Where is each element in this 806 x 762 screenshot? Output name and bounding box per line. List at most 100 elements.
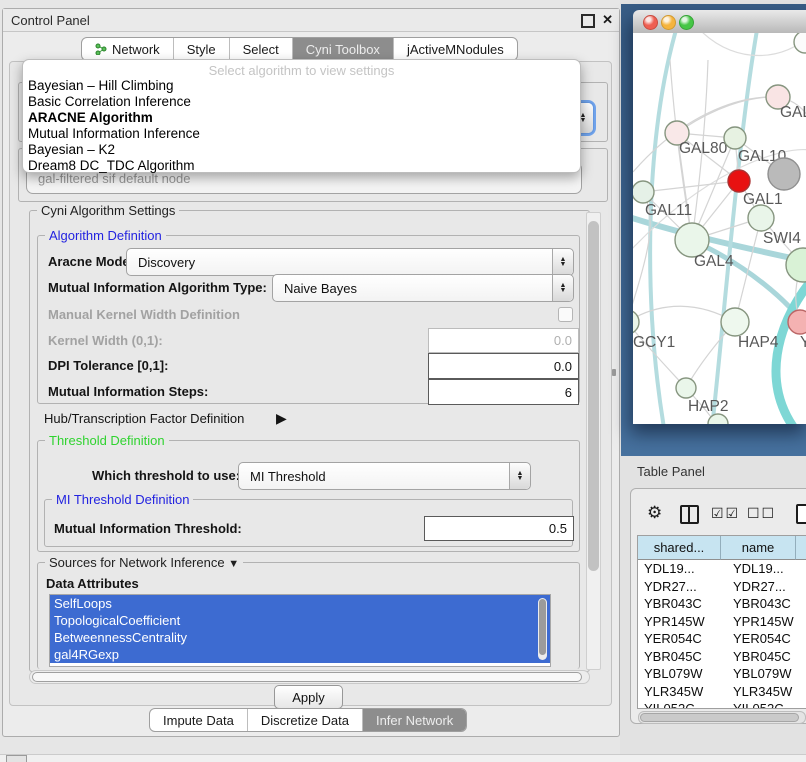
network-edge[interactable] <box>735 218 761 322</box>
attribute-item-topologicalcoefficient[interactable]: TopologicalCoefficient <box>50 612 550 629</box>
table-hscroll-thumb[interactable] <box>640 713 799 722</box>
network-window-titlebar[interactable] <box>633 10 806 34</box>
network-edge[interactable] <box>712 33 757 424</box>
table-row[interactable]: YER054CYER054C8. <box>638 630 806 648</box>
settings-vscroll-thumb[interactable] <box>588 221 599 571</box>
table-cell[interactable]: YPR145W <box>638 613 727 631</box>
network-edge[interactable] <box>633 306 735 322</box>
table-cell[interactable]: YER054C <box>638 630 727 648</box>
table-cell[interactable]: YER054C <box>727 630 806 648</box>
collapsed-panel-button[interactable] <box>6 755 27 762</box>
table-cell[interactable]: YLR345W <box>638 683 727 701</box>
algorithm-option-bayesian-hill-climbing[interactable]: Bayesian – Hill Climbing <box>23 78 580 94</box>
table-row[interactable]: YBR045CYBR045C9. <box>638 648 806 666</box>
close-traffic-light-icon[interactable] <box>643 15 658 30</box>
column-header[interactable]: shared... <box>638 536 721 560</box>
network-edge[interactable] <box>776 282 806 424</box>
table-row[interactable]: YBR043CYBR043C <box>638 595 806 613</box>
network-edge[interactable] <box>677 97 778 133</box>
network-node-gcy1[interactable] <box>633 310 639 334</box>
settings-horizontal-scrollbar[interactable] <box>29 670 590 684</box>
attribute-item-gal4rgexp[interactable]: gal4RGexp <box>50 646 550 663</box>
table-row[interactable]: YDL19...YDL19...13 <box>638 560 806 578</box>
network-node-y[interactable] <box>788 310 806 334</box>
attribute-item-selfloops[interactable]: SelfLoops <box>50 595 550 612</box>
network-node-gal10[interactable] <box>724 127 746 149</box>
mi-threshold-field[interactable]: 0.5 <box>424 516 574 541</box>
apply-button[interactable]: Apply <box>274 685 343 709</box>
tab-cyni-toolbox[interactable]: Cyni Toolbox <box>292 38 393 60</box>
table-row[interactable]: YDR27...YDR27...12 <box>638 578 806 596</box>
network-node-gal11[interactable] <box>633 181 654 203</box>
settings-gear-icon[interactable]: ⚙ <box>647 503 662 523</box>
column-header[interactable] <box>796 536 806 560</box>
tab-infer-network[interactable]: Infer Network <box>362 709 466 731</box>
network-node-swi4[interactable] <box>748 205 774 231</box>
network-node-hap2[interactable] <box>676 378 696 398</box>
table-row[interactable]: YBL079WYBL079W <box>638 665 806 683</box>
network-edge[interactable] <box>633 322 686 388</box>
network-edge[interactable] <box>643 181 739 192</box>
combo-stepper-icon[interactable]: ▲▼ <box>509 463 530 489</box>
close-icon[interactable]: ✕ <box>602 12 613 28</box>
table-cell[interactable]: YDR27... <box>727 578 806 596</box>
table-cell[interactable]: YDL19... <box>727 560 806 578</box>
column-header[interactable]: name <box>721 536 796 560</box>
expand-arrow-icon[interactable]: ▶ <box>276 410 287 427</box>
kernel-width-field[interactable]: 0.0 <box>428 328 579 353</box>
combo-stepper-icon[interactable]: ▲▼ <box>552 275 573 301</box>
dpi-tolerance-field[interactable]: 0.0 <box>428 353 579 379</box>
attributes-scroll-thumb[interactable] <box>539 599 546 655</box>
tab-network[interactable]: Network <box>82 38 173 60</box>
table-cell[interactable]: YDR27... <box>638 578 727 596</box>
aracne-mode-combo[interactable]: Discovery ▲▼ <box>126 248 574 276</box>
algorithm-option-dream8-dc-tdc-algorithm[interactable]: Dream8 DC_TDC Algorithm <box>23 158 580 174</box>
network-node[interactable] <box>786 248 806 282</box>
select-all-checks-icon[interactable]: ☑☑ <box>711 505 740 522</box>
deselect-all-checks-icon[interactable]: ☐☐ <box>747 505 776 522</box>
algorithm-option-basic-correlation-inference[interactable]: Basic Correlation Inference <box>23 94 580 110</box>
table-cell[interactable]: YBR045C <box>638 648 727 666</box>
table-cell[interactable]: YBL079W <box>638 665 727 683</box>
table-horizontal-scrollbar[interactable] <box>638 711 806 724</box>
collapse-arrow-icon[interactable]: ▼ <box>228 558 239 570</box>
table-cell[interactable]: YLR345W <box>727 683 806 701</box>
table-row[interactable]: YLR345WYLR345W9. <box>638 683 806 701</box>
network-node-hap4[interactable] <box>721 308 749 336</box>
tab-impute-data[interactable]: Impute Data <box>150 709 247 731</box>
node-table[interactable]: shared... name YDL19...YDL19...13YDR27..… <box>637 535 806 709</box>
new-table-icon[interactable] <box>796 504 806 524</box>
table-cell[interactable]: YBR045C <box>727 648 806 666</box>
sources-group-title[interactable]: Sources for Network Inference ▼ <box>45 555 243 570</box>
tab-jactivemnodules[interactable]: jActiveMNodules <box>393 38 517 60</box>
minimize-traffic-light-icon[interactable] <box>661 15 676 30</box>
table-cell[interactable]: YBL079W <box>727 665 806 683</box>
column-layout-icon[interactable] <box>680 505 699 524</box>
network-graph[interactable]: GALGAL80GAL10GAL1GAL11SWI4GAL4GCY1HAP4YH… <box>633 33 806 424</box>
network-canvas[interactable]: GALGAL80GAL10GAL1GAL11SWI4GAL4GCY1HAP4YH… <box>633 33 806 424</box>
data-attributes-list[interactable]: SelfLoopsTopologicalCoefficientBetweenne… <box>49 594 551 667</box>
network-node-gal1[interactable] <box>728 170 750 192</box>
tab-discretize-data[interactable]: Discretize Data <box>247 709 362 731</box>
algorithm-option-aracne-algorithm[interactable]: ARACNE Algorithm <box>23 110 580 126</box>
tab-style[interactable]: Style <box>173 38 229 60</box>
algorithm-option-mutual-information-inference[interactable]: Mutual Information Inference <box>23 126 580 142</box>
panel-splitter-handle[interactable] <box>612 369 616 376</box>
settings-hscroll-thumb[interactable] <box>32 672 582 682</box>
network-node[interactable] <box>768 158 800 190</box>
mi-steps-field[interactable]: 6 <box>428 379 579 405</box>
table-row[interactable]: YIL052CYIL052C9 <box>638 700 806 709</box>
float-window-icon[interactable] <box>581 14 595 28</box>
table-cell[interactable]: YBR043C <box>638 595 727 613</box>
network-node[interactable] <box>708 414 728 424</box>
network-node[interactable] <box>794 33 806 53</box>
table-cell[interactable]: YPR145W <box>727 613 806 631</box>
attribute-item-betweennesscentrality[interactable]: BetweennessCentrality <box>50 629 550 646</box>
which-threshold-combo[interactable]: MI Threshold ▲▼ <box>238 462 531 490</box>
attributes-scrollbar[interactable] <box>538 598 547 660</box>
hub-definition-label[interactable]: Hub/Transcription Factor Definition <box>44 411 244 426</box>
table-cell[interactable]: YIL052C <box>638 700 727 709</box>
zoom-traffic-light-icon[interactable] <box>679 15 694 30</box>
tab-select[interactable]: Select <box>229 38 292 60</box>
settings-vertical-scrollbar[interactable] <box>586 212 601 670</box>
